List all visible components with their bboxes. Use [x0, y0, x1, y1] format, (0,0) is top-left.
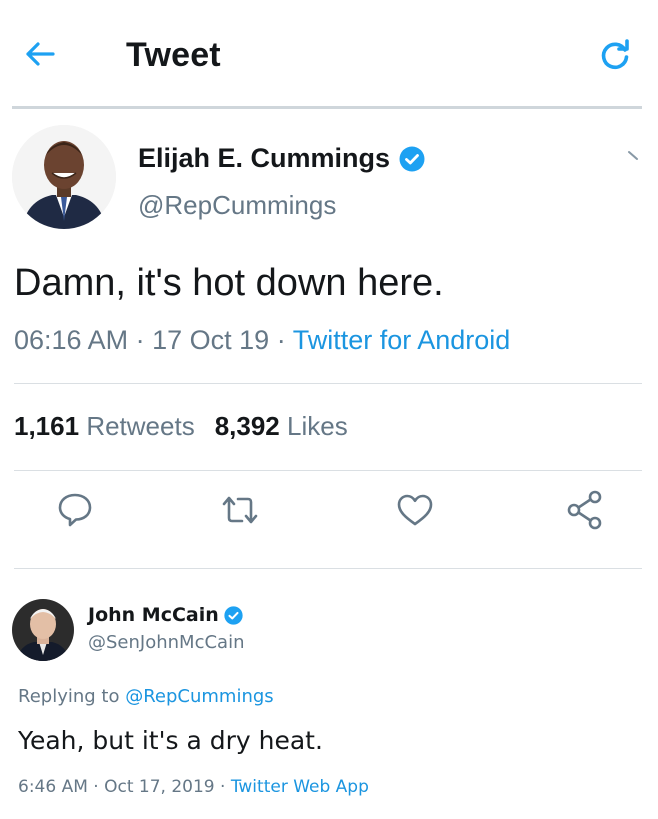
refresh-icon [601, 39, 629, 70]
person-photo-icon [12, 599, 74, 661]
tweet-stats: 1,161 Retweets 8,392 Likes [14, 411, 348, 442]
retweets-label: Retweets [86, 411, 195, 441]
retweet-icon [222, 496, 258, 524]
back-button[interactable] [22, 36, 58, 72]
reply-author-avatar[interactable] [12, 599, 74, 661]
reply-source-link[interactable]: Twitter Web App [231, 777, 369, 797]
tweet-actions [0, 488, 658, 544]
meta-separator: · [135, 325, 153, 355]
reply-time: 6:46 AM [18, 777, 88, 797]
divider [14, 383, 642, 384]
divider [14, 568, 642, 569]
tweet-time: 06:16 AM [14, 325, 129, 355]
reply-author-handle[interactable]: @SenJohnMcCain [88, 632, 244, 653]
reply-meta: 6:46 AM · Oct 17, 2019 · Twitter Web App [18, 777, 369, 797]
reply-icon [58, 493, 92, 527]
verified-badge-icon [399, 146, 425, 171]
reply-author-name[interactable]: John McCain [88, 604, 243, 626]
replying-mention-link[interactable]: @RepCummings [125, 686, 273, 707]
replying-to: Replying to @RepCummings [18, 686, 274, 707]
reply-button[interactable] [53, 488, 97, 532]
author-avatar[interactable] [12, 125, 116, 229]
meta-separator: · [276, 325, 293, 355]
share-button[interactable] [564, 488, 608, 532]
tweet-meta: 06:16 AM · 17 Oct 19 · Twitter for Andro… [14, 325, 510, 356]
reply-date: Oct 17, 2019 [104, 777, 215, 797]
meta-separator: · [220, 777, 231, 797]
heart-icon [397, 494, 433, 526]
divider [14, 470, 642, 471]
retweet-button[interactable] [218, 488, 262, 532]
likes-label: Likes [287, 411, 348, 441]
person-photo-icon [12, 125, 116, 229]
more-options-button[interactable] [626, 148, 640, 162]
author-name-text: Elijah E. Cummings [138, 143, 391, 173]
tweet-date: 17 Oct 19 [152, 325, 270, 355]
replying-prefix: Replying to [18, 686, 120, 707]
verified-badge-icon [224, 605, 243, 625]
tweet-source-link[interactable]: Twitter for Android [293, 325, 511, 355]
app-header: Tweet [0, 0, 658, 109]
tweet-text: Damn, it's hot down here. [14, 262, 444, 304]
share-icon [567, 490, 602, 530]
retweets-stat[interactable]: 1,161 Retweets [14, 411, 195, 441]
likes-stat[interactable]: 8,392 Likes [215, 411, 348, 441]
reply-text: Yeah, but it's a dry heat. [18, 726, 323, 755]
page-title: Tweet [126, 36, 221, 74]
meta-separator: · [93, 777, 105, 797]
likes-count: 8,392 [214, 411, 280, 441]
chevron-down-icon [628, 151, 638, 160]
reply-author-name-text: John McCain [88, 604, 219, 626]
author-name[interactable]: Elijah E. Cummings [138, 143, 425, 174]
retweets-count: 1,161 [14, 411, 80, 441]
refresh-button[interactable] [597, 37, 633, 73]
author-handle[interactable]: @RepCummings [138, 190, 336, 221]
header-divider [12, 106, 642, 109]
arrow-left-icon [26, 42, 55, 66]
like-button[interactable] [393, 488, 437, 532]
